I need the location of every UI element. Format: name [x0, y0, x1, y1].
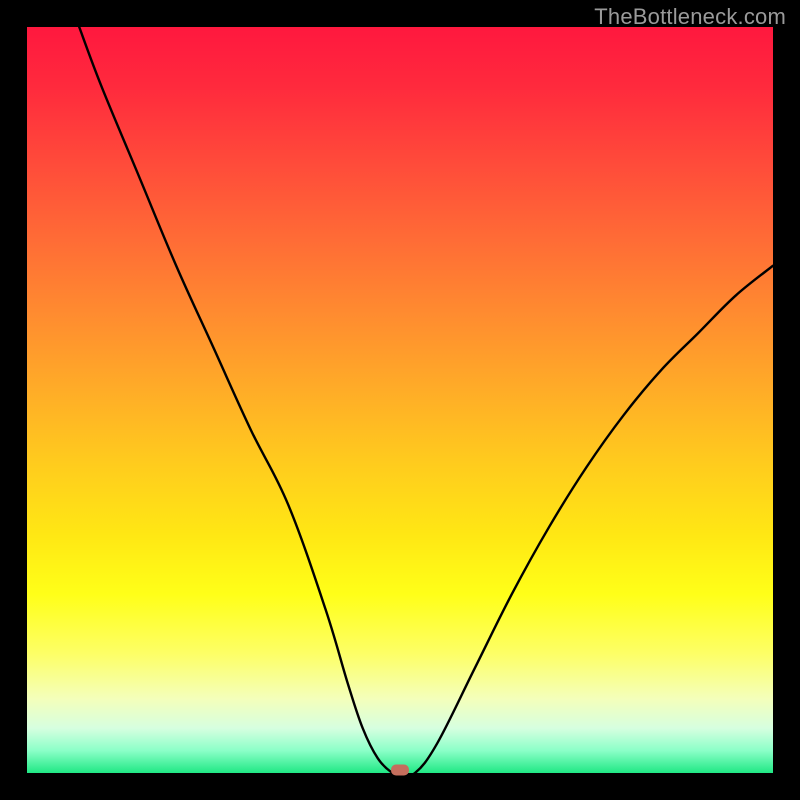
watermark-text: TheBottleneck.com [594, 4, 786, 30]
optimal-point-marker [391, 765, 409, 776]
chart-frame: TheBottleneck.com [0, 0, 800, 800]
plot-area [27, 27, 773, 773]
bottleneck-curve [27, 27, 773, 773]
